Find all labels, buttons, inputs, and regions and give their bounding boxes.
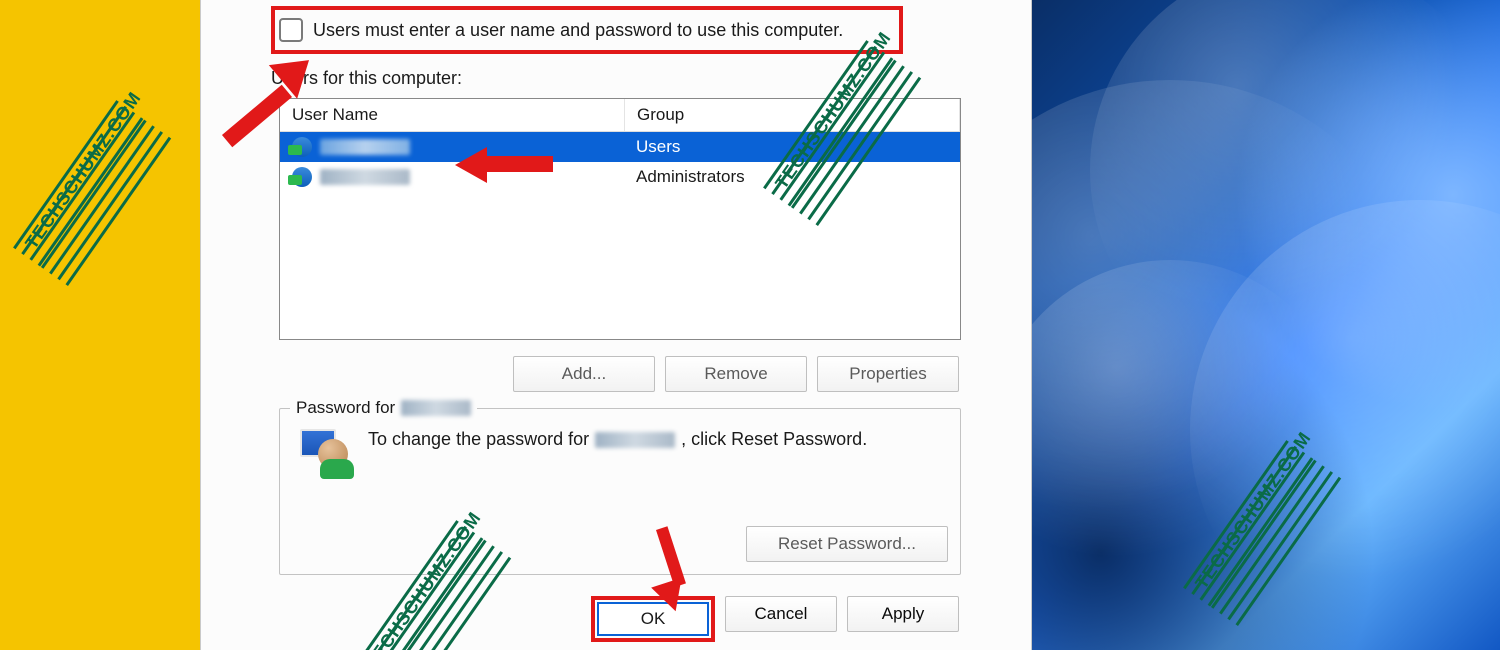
properties-button[interactable]: Properties [817,356,959,392]
reset-password-button[interactable]: Reset Password... [746,526,948,562]
password-text-after: , click Reset Password. [681,429,867,450]
user-accounts-dialog: Users must enter a user name and passwor… [200,0,1032,650]
password-text-before: To change the password for [368,429,589,450]
user-row-group: Administrators [624,167,960,187]
column-user-name[interactable]: User Name [280,99,625,131]
redacted-username [401,400,471,416]
user-row-group: Users [624,137,960,157]
require-password-checkbox[interactable] [279,18,303,42]
password-groupbox: Password for To change the password for … [279,408,961,575]
desktop-wallpaper [1030,0,1500,650]
remove-button[interactable]: Remove [665,356,807,392]
add-button[interactable]: Add... [513,356,655,392]
users-list-label: Users for this computer: [271,68,462,89]
cancel-button[interactable]: Cancel [725,596,837,632]
user-icon [292,137,312,157]
user-icon [292,167,312,187]
password-legend-prefix: Password for [296,398,395,418]
user-key-icon [300,429,350,475]
dialog-button-bar: OK Cancel Apply [279,596,959,642]
apply-button[interactable]: Apply [847,596,959,632]
require-password-row[interactable]: Users must enter a user name and passwor… [279,16,843,44]
require-password-label: Users must enter a user name and passwor… [313,20,843,41]
watermark-text: TECHSCHUMZ.COM [21,88,145,253]
column-group[interactable]: Group [625,99,960,131]
password-groupbox-legend: Password for [290,398,477,418]
watermark: TECHSCHUMZ.COM [21,88,145,253]
user-list-buttons: Add... Remove Properties [279,356,959,392]
annotation-highlight-ok: OK [591,596,715,642]
ok-button[interactable]: OK [597,602,709,636]
redacted-username [320,139,410,155]
redacted-username [320,169,410,185]
redacted-username [595,432,675,448]
user-row[interactable]: Administrators [280,162,960,192]
password-instructions: To change the password for , click Reset… [368,429,867,450]
users-list-header: User Name Group [280,99,960,132]
user-row-selected[interactable]: Users [280,132,960,162]
users-list[interactable]: User Name Group Users Administrators [279,98,961,340]
